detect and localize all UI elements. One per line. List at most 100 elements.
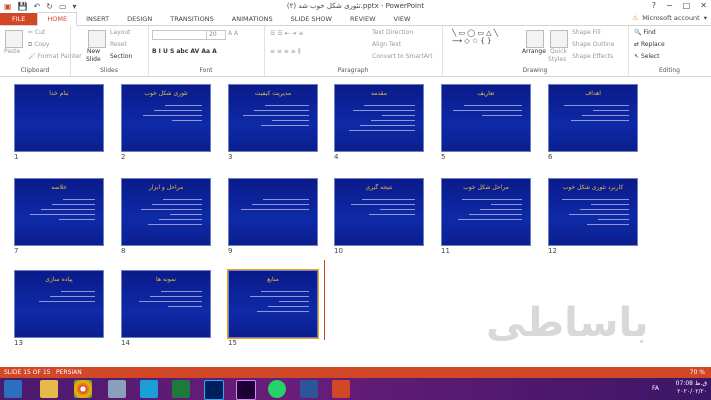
smartart-button[interactable]: Convert to SmartArt (372, 53, 433, 60)
tab-home[interactable]: HOME (37, 12, 78, 26)
tab-view[interactable]: VIEW (385, 13, 420, 25)
save-icon[interactable]: 💾 (18, 2, 28, 11)
close-button[interactable]: ✕ (700, 1, 707, 10)
slide-thumbnail[interactable]: نتیجه گیری (334, 178, 424, 246)
layout-button[interactable]: Layout (110, 29, 130, 36)
slide-text-line (59, 219, 95, 220)
warning-icon: ⚠ (632, 14, 639, 22)
slide-thumbnail[interactable]: خلاصه (14, 178, 104, 246)
slide-thumbnail[interactable]: اهداف (548, 84, 638, 152)
slide-thumbnail[interactable]: کاربرد تئوری شکل خوب (548, 178, 638, 246)
whatsapp-icon[interactable] (268, 380, 286, 398)
slide-number: 8 (121, 247, 126, 255)
slide-thumbnail[interactable]: منابع (227, 269, 319, 339)
select-button[interactable]: ↖ Select (634, 53, 659, 60)
tab-file[interactable]: FILE (0, 13, 38, 25)
font-size-combo[interactable]: 20 (206, 30, 226, 40)
new-slide-button[interactable]: New (87, 48, 100, 55)
slide-thumbnail-title: اهداف (585, 90, 601, 97)
arrange-icon[interactable] (526, 30, 544, 48)
tab-design[interactable]: DESIGN (118, 13, 161, 25)
reset-button[interactable]: Reset (110, 41, 127, 48)
paste-icon[interactable] (5, 30, 23, 48)
photoshop-icon[interactable] (204, 380, 224, 400)
tab-transitions[interactable]: TRANSITIONS (161, 13, 223, 25)
excel-icon[interactable] (172, 380, 190, 398)
slide-thumbnail-title: مدیریت کیفیت (254, 90, 292, 97)
arrange-button[interactable]: Arrange (522, 48, 546, 55)
title-bar: ▣ 💾 ↶ ↻ ▭ ▾ (۲) تئوری شکل خوب شد.pptx - … (0, 0, 711, 12)
restore-button[interactable]: □ (683, 1, 691, 10)
customize-qat-icon[interactable]: ▾ (73, 2, 77, 11)
replace-button[interactable]: ⇄ Replace (634, 41, 665, 48)
powerpoint-logo-icon: ▣ (4, 1, 12, 11)
new-slide-icon[interactable] (88, 30, 106, 48)
start-from-beginning-icon[interactable]: ▭ (59, 2, 67, 11)
quick-styles-button[interactable]: Quick (550, 48, 567, 55)
slide-thumbnail[interactable]: تعاریف (441, 84, 531, 152)
shape-fill-button[interactable]: Shape Fill (572, 29, 601, 36)
slide-thumbnail[interactable] (228, 178, 318, 246)
minimize-button[interactable]: − (666, 1, 673, 10)
align-icons[interactable]: ≡ ≡ ≡ ≡ ⫼ (270, 48, 301, 56)
redo-icon[interactable]: ↻ (46, 2, 53, 11)
undo-icon[interactable]: ↶ (34, 2, 41, 11)
drawing-group-label: Drawing (522, 67, 548, 74)
account-area[interactable]: ⚠ Microsoft account ▾ (632, 14, 707, 22)
align-text-button[interactable]: Align Text (372, 41, 401, 48)
slide-thumbnail[interactable]: مقدمه (334, 84, 424, 152)
slide-thumbnail[interactable]: بنام خدا (14, 84, 104, 152)
shape-effects-button[interactable]: Shape Effects (572, 53, 613, 60)
bold-button[interactable]: B I U S abc AV Aa A (152, 48, 217, 55)
shapes-gallery[interactable]: ╲ ▭ ◯ ▭ △ ╲ ⟶ ◇ ☆ { } (452, 29, 498, 45)
text-direction-button[interactable]: Text Direction (372, 29, 413, 36)
slide-text-line (349, 130, 415, 131)
grow-font-icon[interactable]: A A (228, 30, 238, 37)
quick-styles-button-line2[interactable]: Styles (548, 56, 566, 63)
tab-slide-show[interactable]: SLIDE SHOW (282, 13, 341, 25)
keyboard-language[interactable]: FA (652, 385, 659, 392)
start-button-icon[interactable] (4, 380, 22, 398)
slide-text-line (593, 110, 629, 111)
slide-thumbnail[interactable]: پیاده سازی (14, 270, 104, 338)
find-button[interactable]: 🔍 Find (634, 29, 656, 36)
slide-text-line (272, 120, 309, 121)
day-period-label: ق.ظ (694, 380, 707, 387)
file-explorer-icon[interactable] (40, 380, 58, 398)
slide-text-line (150, 296, 202, 297)
slide-text-line (464, 105, 522, 106)
language-indicator[interactable]: PERSIAN (56, 367, 82, 378)
slide-thumbnail[interactable]: مراحل شکل خوب (441, 178, 531, 246)
slide-thumbnail[interactable]: مراحل و ابزار (121, 178, 211, 246)
slide-number: 7 (14, 247, 19, 255)
app-icon[interactable] (140, 380, 158, 398)
slide-thumbnail[interactable]: تئوری شکل خوب (121, 84, 211, 152)
tab-insert[interactable]: INSERT (77, 13, 118, 25)
slide-thumbnail[interactable]: مدیریت کیفیت (228, 84, 318, 152)
paste-button[interactable]: Paste (4, 48, 20, 55)
powerpoint-taskbar-icon[interactable] (332, 380, 350, 398)
premiere-icon[interactable] (236, 380, 256, 400)
font-name-combo[interactable] (152, 30, 208, 40)
clock[interactable]: 07:08 ق.ظ ۲۰۲۰/۰۲/۲۰ (676, 380, 707, 396)
tab-review[interactable]: REVIEW (341, 13, 385, 25)
zoom-level[interactable]: 70 % (690, 367, 705, 378)
slide-thumbnail-title: منابع (267, 276, 279, 283)
slide-text-line (172, 120, 202, 121)
help-button[interactable]: ? (652, 1, 656, 10)
word-icon[interactable] (300, 380, 318, 398)
chrome-icon[interactable] (74, 380, 92, 398)
bullets-icon[interactable]: ☰ ☰ ⇤ ⇥ ≡ (270, 30, 303, 37)
new-slide-button-line2[interactable]: Slide (86, 56, 101, 63)
copy-button[interactable]: ⧉ Copy (28, 41, 49, 49)
quick-styles-icon[interactable] (550, 30, 568, 48)
slide-number: 14 (121, 339, 130, 347)
tab-animations[interactable]: ANIMATIONS (223, 13, 282, 25)
shape-outline-button[interactable]: Shape Outline (572, 41, 614, 48)
computer-icon[interactable] (108, 380, 126, 398)
slide-thumbnail[interactable]: نمونه ها (121, 270, 211, 338)
account-label[interactable]: Microsoft account (642, 14, 700, 22)
cut-button[interactable]: ✂ Cut (28, 29, 45, 36)
slide-number: 1 (14, 153, 19, 161)
section-button[interactable]: Section (110, 53, 132, 60)
